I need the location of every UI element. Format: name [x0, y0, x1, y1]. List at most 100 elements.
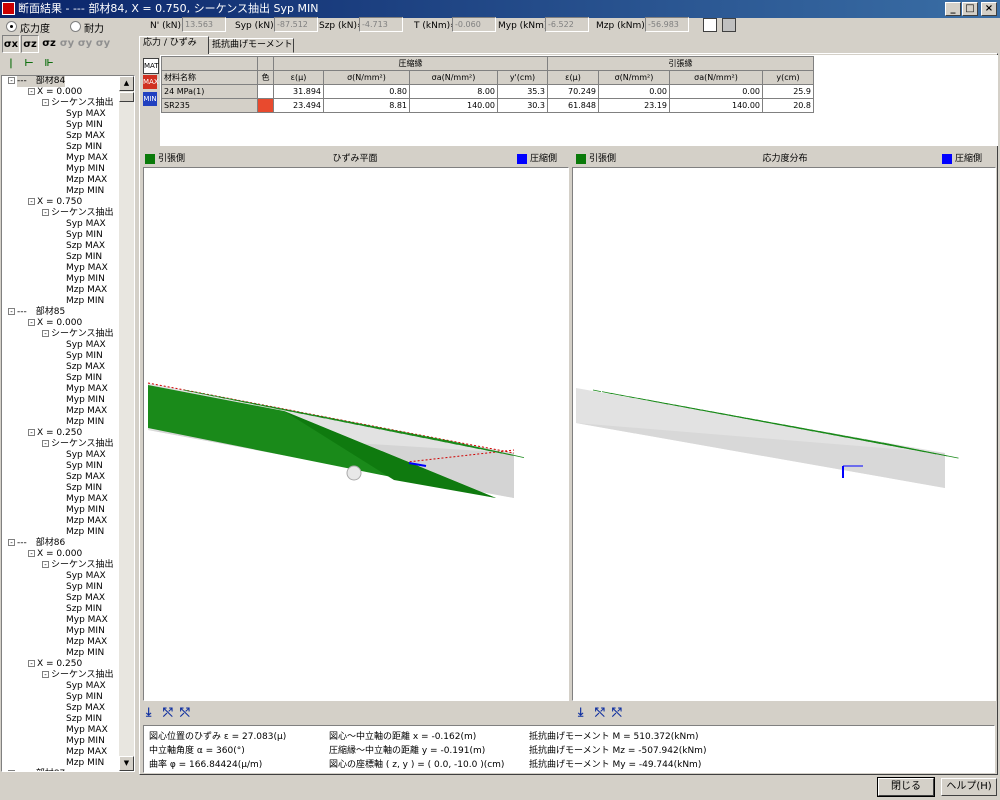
tree-item[interactable]: Mzp MIN: [2, 758, 120, 769]
tree-item-label[interactable]: Szp MAX: [66, 593, 105, 604]
tree-item[interactable]: Myp MIN: [2, 395, 120, 406]
tree-item[interactable]: -X = 0.000: [2, 87, 120, 98]
tree-item[interactable]: Syp MAX: [2, 681, 120, 692]
tree-item[interactable]: Szp MAX: [2, 593, 120, 604]
tree-item-label[interactable]: Szp MIN: [66, 252, 102, 263]
tree-item-label[interactable]: X = 0.000: [37, 549, 82, 560]
tree-item-label[interactable]: X = 0.000: [37, 318, 82, 329]
tree-expander-icon[interactable]: -: [28, 319, 35, 327]
tree-item[interactable]: -X = 0.750: [2, 197, 120, 208]
tree-item-label[interactable]: Mzp MAX: [66, 637, 107, 648]
tree-item[interactable]: Syp MAX: [2, 340, 120, 351]
maximize-button[interactable]: □: [962, 2, 978, 16]
tree-item-label[interactable]: Mzp MIN: [66, 296, 104, 307]
tree-item-label[interactable]: Syp MIN: [66, 461, 103, 472]
tree-item[interactable]: Syp MAX: [2, 109, 120, 120]
tree-item-label[interactable]: Syp MIN: [66, 230, 103, 241]
close-button[interactable]: 閉じる: [877, 777, 935, 797]
tree-item[interactable]: Mzp MIN: [2, 648, 120, 659]
tree-item[interactable]: Myp MIN: [2, 626, 120, 637]
tree-item[interactable]: -X = 0.000: [2, 318, 120, 329]
tree-item-label[interactable]: Myp MIN: [66, 736, 105, 747]
tree-item-label[interactable]: Myp MAX: [66, 615, 108, 626]
tree-item-label[interactable]: Syp MAX: [66, 450, 106, 461]
tree-item-label[interactable]: Myp MIN: [66, 505, 105, 516]
tree-item[interactable]: Syp MAX: [2, 450, 120, 461]
tree-item-label[interactable]: Myp MIN: [66, 626, 105, 637]
tree-item[interactable]: Szp MIN: [2, 373, 120, 384]
tree-item[interactable]: Mzp MAX: [2, 285, 120, 296]
tree-item-label[interactable]: Mzp MAX: [66, 747, 107, 758]
tree-item[interactable]: Szp MIN: [2, 714, 120, 725]
tree-item[interactable]: - シーケンス抽出: [2, 670, 120, 681]
tree-item[interactable]: Szp MAX: [2, 131, 120, 142]
tree-item[interactable]: - --- 部材85: [2, 307, 120, 318]
tree-item-label[interactable]: Szp MIN: [66, 142, 102, 153]
tree-item[interactable]: Syp MIN: [2, 351, 120, 362]
tree-item[interactable]: Myp MAX: [2, 263, 120, 274]
tree-item-label[interactable]: Myp MAX: [66, 384, 108, 395]
tree-item-label[interactable]: Myp MAX: [66, 153, 108, 164]
tree-item[interactable]: - シーケンス抽出: [2, 329, 120, 340]
tree-expander-icon[interactable]: -: [42, 440, 49, 448]
close-window-button[interactable]: ×: [981, 2, 997, 16]
tree-expander-icon[interactable]: -: [8, 77, 15, 85]
scroll-up-icon[interactable]: ▲: [119, 76, 134, 91]
tree-expander-icon[interactable]: -: [28, 660, 35, 668]
tree-item[interactable]: Syp MAX: [2, 219, 120, 230]
tree-expander-icon[interactable]: -: [28, 550, 35, 558]
tree-item[interactable]: -X = 0.000: [2, 549, 120, 560]
capacity-radio-label[interactable]: 耐力: [84, 20, 104, 35]
tree-item-label[interactable]: シーケンス抽出: [51, 98, 114, 109]
tree-item-label[interactable]: シーケンス抽出: [51, 670, 114, 681]
stress-z2-button[interactable]: σz: [40, 35, 58, 53]
tree-item[interactable]: Mzp MIN: [2, 296, 120, 307]
tree-item[interactable]: Myp MIN: [2, 505, 120, 516]
tree-item[interactable]: Myp MAX: [2, 153, 120, 164]
tree-item[interactable]: Syp MAX: [2, 571, 120, 582]
left-view-reset-icon[interactable]: ⤓: [146, 705, 151, 720]
minimize-button[interactable]: _: [945, 2, 961, 16]
tree-item-label[interactable]: シーケンス抽出: [51, 329, 114, 340]
min-icon[interactable]: MIN: [143, 92, 157, 106]
tree-expander-icon[interactable]: -: [42, 671, 49, 679]
tree-item-label[interactable]: シーケンス抽出: [51, 208, 114, 219]
tree-item[interactable]: Mzp MIN: [2, 186, 120, 197]
tree-item[interactable]: - --- 部材86: [2, 538, 120, 549]
tree-item[interactable]: Syp MIN: [2, 120, 120, 131]
tree-item-label[interactable]: Mzp MAX: [66, 406, 107, 417]
tree-item-label[interactable]: Syp MAX: [66, 571, 106, 582]
tree-item-label[interactable]: Szp MAX: [66, 362, 105, 373]
tree-item[interactable]: Syp MIN: [2, 692, 120, 703]
tree-item-label[interactable]: Syp MIN: [66, 692, 103, 703]
tree-item-label[interactable]: Szp MAX: [66, 472, 105, 483]
tree-item-label[interactable]: Szp MIN: [66, 604, 102, 615]
stress-radio-label[interactable]: 応力度: [20, 20, 50, 35]
stress-x-button[interactable]: σx: [2, 35, 20, 53]
tree-item[interactable]: - シーケンス抽出: [2, 560, 120, 571]
tree-item[interactable]: Szp MAX: [2, 703, 120, 714]
stress-distribution-view[interactable]: [572, 167, 996, 701]
tree-item[interactable]: Szp MIN: [2, 252, 120, 263]
table-row[interactable]: SR235 23.494 8.81 140.00 30.3 61.848 23.…: [161, 98, 814, 113]
tree-item[interactable]: Szp MIN: [2, 142, 120, 153]
tree-expander-icon[interactable]: -: [8, 539, 15, 547]
tree-item-label[interactable]: Syp MAX: [66, 109, 106, 120]
tree-item-label[interactable]: X = 0.000: [37, 87, 82, 98]
tree-item-label[interactable]: Mzp MAX: [66, 516, 107, 527]
row-material-name[interactable]: SR235: [161, 98, 258, 113]
member-tree[interactable]: - --- 部材84- X = 0.000- シーケンス抽出 Syp MAX Syp MI…: [1, 75, 135, 772]
tree-item-label[interactable]: Szp MIN: [66, 373, 102, 384]
tree-item-label[interactable]: Syp MAX: [66, 340, 106, 351]
tree-expander-icon[interactable]: -: [42, 330, 49, 338]
tree-item[interactable]: -X = 0.250: [2, 659, 120, 670]
stress-z-button[interactable]: σz: [21, 35, 39, 53]
tree-item[interactable]: - シーケンス抽出: [2, 439, 120, 450]
tree-item[interactable]: Szp MIN: [2, 483, 120, 494]
tree-item-label[interactable]: X = 0.250: [37, 428, 82, 439]
material-icon[interactable]: MAT: [143, 58, 159, 74]
tree-item-label[interactable]: Szp MIN: [66, 483, 102, 494]
tree-item[interactable]: - シーケンス抽出: [2, 98, 120, 109]
tree-item-label[interactable]: シーケンス抽出: [51, 560, 114, 571]
tree-expander-icon[interactable]: -: [28, 198, 35, 206]
